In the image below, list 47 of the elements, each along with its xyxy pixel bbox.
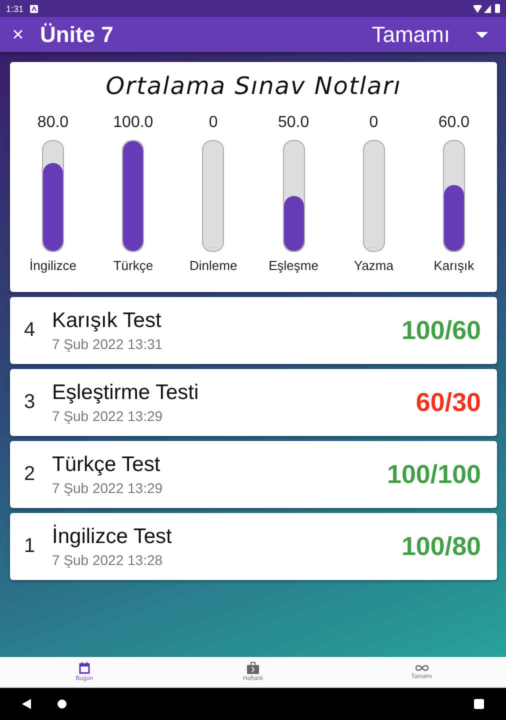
close-button[interactable]: × — [10, 24, 26, 44]
grade-value: 0 — [208, 114, 218, 133]
test-name: Türkçe Test — [52, 453, 162, 477]
test-result-card[interactable]: 3 Eşleştirme Testi 7 Şub 2022 13:29 60/30 — [10, 369, 497, 436]
grade-value: 100.0 — [113, 114, 154, 133]
category-label: İngilizce — [30, 258, 76, 273]
test-score: 100/60 — [401, 315, 481, 346]
test-date: 7 Şub 2022 13:31 — [52, 336, 164, 352]
grade-value: 60.0 — [438, 114, 470, 133]
test-number: 4 — [24, 319, 36, 342]
grade-value: 50.0 — [278, 114, 310, 133]
home-icon[interactable] — [57, 699, 67, 709]
test-name: Karışık Test — [52, 309, 162, 333]
wifi-icon — [473, 4, 482, 12]
back-icon[interactable] — [22, 699, 31, 709]
test-name: Eşleştirme Testi — [52, 381, 200, 405]
filter-dropdown[interactable]: Tamamı — [372, 22, 450, 48]
test-name: İngilizce Test — [52, 525, 173, 549]
test-score: 100/80 — [401, 531, 481, 562]
signal-icon — [484, 4, 491, 12]
notification-icon — [30, 4, 38, 12]
test-result-card[interactable]: 2 Türkçe Test 7 Şub 2022 13:29 100/100 — [10, 441, 497, 508]
test-score: 60/30 — [416, 387, 481, 418]
test-date: 7 Şub 2022 13:29 — [52, 408, 164, 424]
dropdown-caret-icon[interactable] — [476, 32, 488, 38]
calendar-icon — [78, 662, 90, 674]
screen-title: Ünite 7 — [40, 22, 114, 48]
test-date: 7 Şub 2022 13:29 — [52, 480, 164, 496]
category-label: Karışık — [434, 258, 474, 273]
grade-value: 0 — [369, 114, 378, 133]
test-date: 7 Şub 2022 13:28 — [52, 552, 164, 568]
category-label: Türkçe — [113, 258, 154, 273]
test-number: 2 — [24, 463, 36, 486]
test-result-card[interactable]: 4 Karışık Test 7 Şub 2022 13:31 100/60 — [10, 297, 497, 364]
category-label: Eşleşme — [268, 258, 318, 273]
test-number: 1 — [24, 535, 36, 558]
category-label: Dinleme — [190, 258, 238, 273]
category-label: Yazma — [354, 258, 394, 273]
test-result-card[interactable]: 1 İngilizce Test 7 Şub 2022 13:28 100/80 — [10, 513, 497, 580]
test-number: 3 — [24, 391, 36, 414]
battery-icon — [495, 4, 500, 13]
chart-title: Ortalama Sınav Notları — [104, 72, 402, 100]
infinity-icon — [414, 664, 429, 672]
status-time: 1:31 — [6, 4, 24, 14]
briefcase-icon — [247, 662, 259, 674]
grade-value: 80.0 — [37, 114, 69, 133]
test-score: 100/100 — [387, 459, 481, 490]
